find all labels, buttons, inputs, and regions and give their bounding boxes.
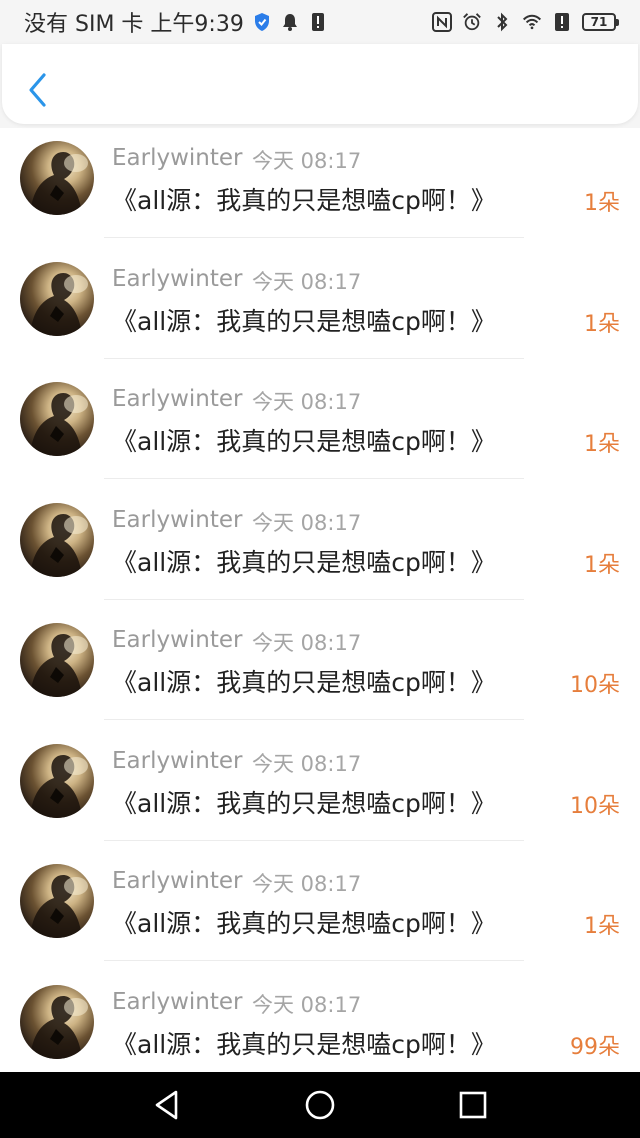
timestamp: 今天 08:17: [252, 631, 362, 655]
list-item[interactable]: Earlywinter 今天 08:17 《all源：我真的只是想嗑cp啊！》 1朵: [0, 254, 640, 374]
timestamp: 今天 08:17: [252, 510, 362, 535]
avatar[interactable]: [20, 743, 94, 818]
gift-count: 1朵: [584, 311, 620, 337]
work-title: 《all源：我真的只是想嗑cp啊！》: [112, 788, 496, 818]
work-title: 《all源：我真的只是想嗑cp啊！》: [112, 427, 496, 456]
bluetooth-icon: [492, 11, 512, 33]
shield-icon: [252, 11, 272, 33]
list-item[interactable]: Earlywinter 今天 08:17 《all源：我真的只是想嗑cp啊！》 10朵: [0, 736, 640, 856]
status-right: 71: [432, 11, 619, 33]
work-title: 《all源：我真的只是想嗑cp啊！》: [112, 547, 496, 577]
avatar[interactable]: [20, 382, 94, 456]
system-nav-bar: [0, 1072, 640, 1138]
username: Earlywinter: [112, 506, 243, 533]
back-button[interactable]: [20, 70, 56, 110]
row-divider: [104, 839, 524, 841]
home-circle-icon: [305, 1090, 335, 1120]
list-item[interactable]: Earlywinter 今天 08:17 《all源：我真的只是想嗑cp啊！》 1朵: [0, 495, 640, 615]
gift-count: 10朵: [570, 673, 620, 698]
battery-icon: 71: [582, 13, 619, 31]
chevron-left-icon: [29, 73, 46, 107]
username: Earlywinter: [112, 988, 243, 1015]
username: Earlywinter: [112, 265, 243, 292]
work-title: 《all源：我真的只是想嗑cp啊！》: [112, 909, 496, 938]
row-divider: [104, 598, 524, 600]
row-divider: [104, 357, 524, 359]
status-left: 没有 SIM 卡 上午9:39: [24, 6, 328, 38]
work-title: 《all源：我真的只是想嗑cp啊！》: [112, 1029, 496, 1059]
timestamp: 今天 08:17: [252, 992, 362, 1017]
recents-square-icon: [460, 1091, 487, 1119]
avatar[interactable]: [20, 261, 94, 336]
list-item[interactable]: Earlywinter 今天 08:17 《all源：我真的只是想嗑cp啊！》 99朵: [0, 977, 640, 1073]
row-divider: [104, 960, 524, 961]
header: [0, 44, 640, 128]
username: Earlywinter: [112, 868, 243, 894]
nfc-icon: [432, 11, 452, 33]
timestamp: 今天 08:17: [252, 149, 362, 173]
nav-recents-button[interactable]: [451, 1083, 495, 1127]
row-divider: [104, 478, 524, 479]
username: Earlywinter: [112, 145, 243, 171]
gift-count: 1朵: [584, 432, 620, 457]
work-title: 《all源：我真的只是想嗑cp啊！》: [112, 668, 496, 697]
wifi-icon: [522, 11, 542, 33]
back-triangle-icon: [155, 1090, 177, 1120]
timestamp: 今天 08:17: [252, 751, 362, 776]
avatar[interactable]: [20, 623, 94, 697]
list-item[interactable]: Earlywinter 今天 08:17 《all源：我真的只是想嗑cp啊！》 1朵: [0, 856, 640, 976]
username: Earlywinter: [112, 386, 243, 412]
gift-count: 1朵: [584, 552, 620, 578]
nav-home-button[interactable]: [298, 1083, 342, 1127]
row-divider: [104, 719, 524, 720]
row-divider: [104, 237, 524, 238]
avatar[interactable]: [20, 864, 94, 938]
list-item[interactable]: Earlywinter 今天 08:17 《all源：我真的只是想嗑cp啊！》 1朵: [0, 374, 640, 494]
timestamp: 今天 08:17: [252, 269, 362, 294]
avatar[interactable]: [20, 141, 94, 215]
avatar[interactable]: [20, 502, 94, 577]
username: Earlywinter: [112, 747, 243, 774]
timestamp: 今天 08:17: [252, 390, 362, 414]
gift-count: 1朵: [584, 191, 620, 216]
list-item[interactable]: Earlywinter 今天 08:17 《all源：我真的只是想嗑cp啊！》 1朵: [0, 133, 640, 253]
username: Earlywinter: [112, 627, 243, 653]
alert-icon: [552, 11, 572, 33]
timestamp: 今天 08:17: [252, 872, 362, 896]
battery-level: 71: [590, 15, 608, 29]
carrier-time-text: 没有 SIM 卡 上午9:39: [24, 12, 244, 37]
avatar[interactable]: [20, 984, 94, 1059]
work-title: 《all源：我真的只是想嗑cp啊！》: [112, 186, 496, 215]
status-bar: 没有 SIM 卡 上午9:39 71: [0, 0, 640, 44]
header-card: [2, 44, 638, 124]
gift-count: 1朵: [584, 914, 620, 939]
alarm-icon: [462, 11, 482, 33]
gift-count: 99朵: [570, 1034, 620, 1060]
bell-icon: [280, 11, 300, 33]
gift-count: 10朵: [570, 793, 620, 819]
list-item[interactable]: Earlywinter 今天 08:17 《all源：我真的只是想嗑cp啊！》 10朵: [0, 615, 640, 735]
nav-back-button[interactable]: [145, 1083, 189, 1127]
work-title: 《all源：我真的只是想嗑cp啊！》: [112, 306, 496, 336]
alert-icon: [308, 11, 328, 33]
gift-list: Earlywinter 今天 08:17 《all源：我真的只是想嗑cp啊！》 1朵 E…: [0, 128, 640, 1072]
